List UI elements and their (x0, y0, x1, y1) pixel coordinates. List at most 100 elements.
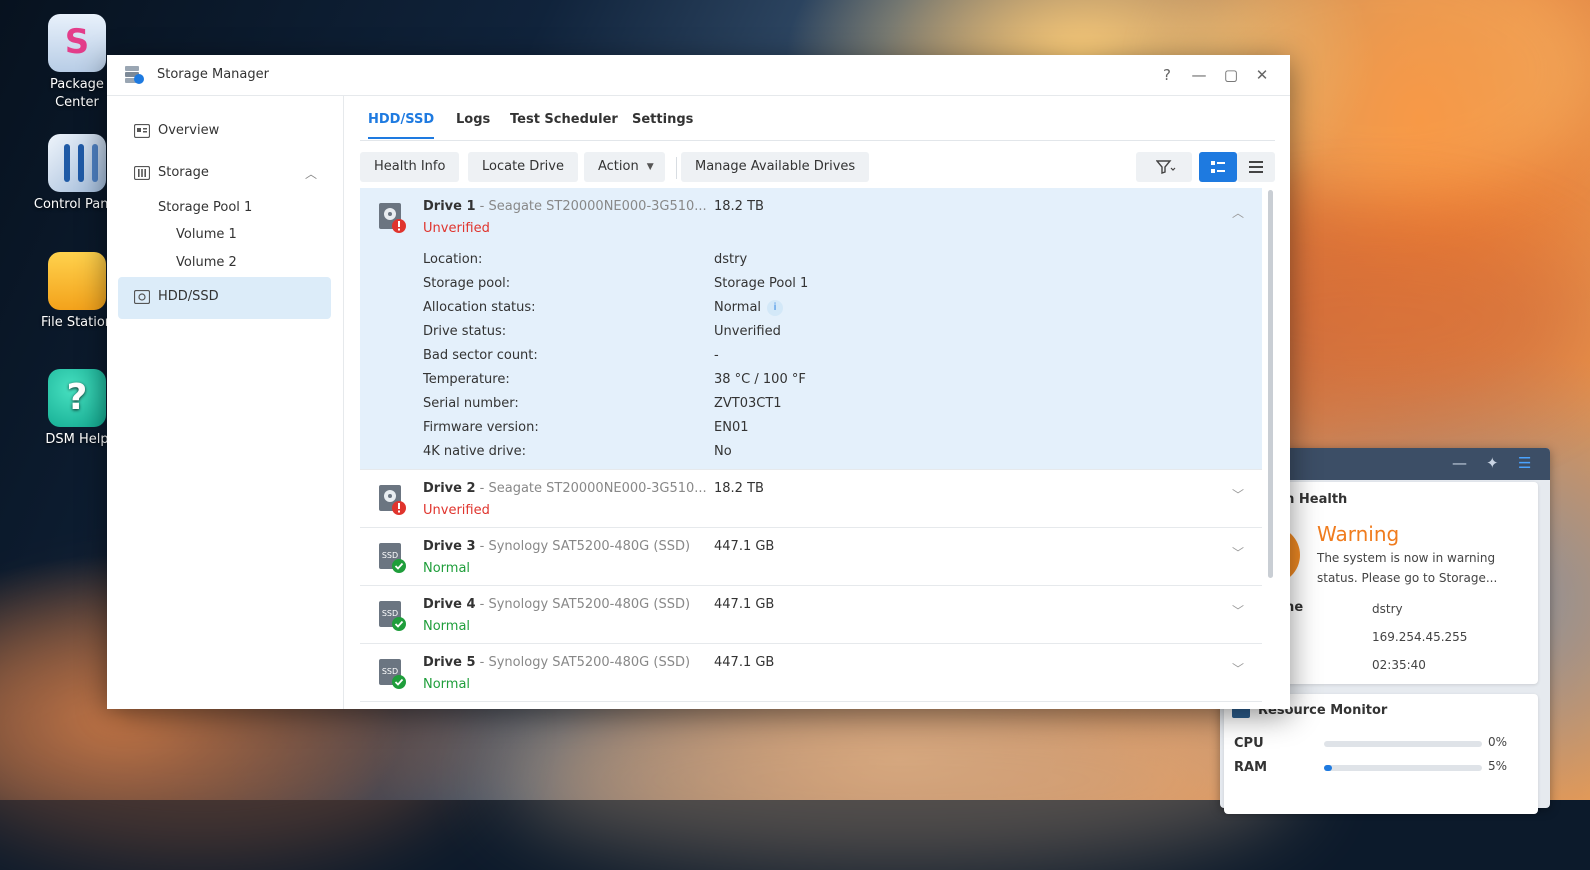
tab-test-scheduler[interactable]: Test Scheduler (510, 112, 618, 127)
drive-row[interactable]: Drive 1 - Seagate ST20000NE000-3G510... … (360, 188, 1262, 470)
drive-name: Drive 4 - Synology SAT5200-480G (SSD) (423, 597, 690, 612)
minimize-button[interactable]: — (1187, 63, 1211, 87)
drive-name: Drive 2 - Seagate ST20000NE000-3G510... (423, 481, 707, 496)
cpu-bar (1324, 741, 1482, 747)
package-center-icon: S (48, 14, 106, 72)
minimize-icon[interactable]: — (1452, 454, 1467, 472)
drive-name: Drive 5 - Synology SAT5200-480G (SSD) (423, 655, 690, 670)
detail-value: 38 °C / 100 °F (714, 372, 806, 387)
sidebar-item-storage[interactable]: Storage ︿ (118, 153, 331, 193)
ssd-ok-icon: SSD (379, 659, 406, 689)
sidebar-item-volume-2[interactable]: Volume 2 (176, 255, 237, 270)
help-icon: ? (48, 369, 106, 427)
drive-label: Drive 5 (423, 655, 476, 670)
card-view-button[interactable] (1199, 152, 1237, 182)
maximize-button[interactable]: ▢ (1219, 63, 1243, 87)
ssd-ok-icon: SSD (379, 543, 406, 573)
drive-size: 18.2 TB (714, 199, 764, 214)
storage-icon (134, 166, 150, 180)
drive-row[interactable]: SSD Drive 4 - Synology SAT5200-480G (SSD… (360, 586, 1262, 644)
ssd-ok-icon: SSD (379, 601, 406, 631)
toolbar-separator (676, 157, 677, 179)
chevron-down-icon[interactable]: ﹀ (1232, 660, 1244, 677)
health-info-button[interactable]: Health Info (360, 152, 460, 182)
ram-label: RAM (1234, 760, 1268, 775)
drive-status: Normal (423, 619, 471, 634)
sidebar: Overview Storage ︿ Storage Pool 1 Volume… (107, 96, 344, 709)
widget-panel-icon[interactable]: ☰ (1518, 454, 1531, 472)
cpu-label: CPU (1234, 736, 1264, 751)
detail-value: No (714, 444, 732, 459)
sidebar-item-overview[interactable]: Overview (118, 111, 331, 151)
detail-label: Temperature: (423, 372, 510, 387)
chevron-down-icon[interactable]: ﹀ (1232, 486, 1244, 503)
drive-size: 447.1 GB (714, 655, 775, 670)
cpu-value: 0% (1488, 735, 1508, 749)
manage-available-drives-button[interactable]: Manage Available Drives (681, 152, 870, 182)
health-status: Warning (1317, 522, 1400, 546)
health-message-line2: status. Please go to Storage... (1317, 571, 1498, 585)
storage-manager-app-icon (125, 66, 144, 84)
close-button[interactable]: ✕ (1250, 63, 1274, 87)
health-row-value: dstry (1372, 602, 1403, 616)
ram-bar-fill (1324, 765, 1332, 771)
card-view-icon (1211, 161, 1225, 173)
drive-status: Normal (423, 561, 471, 576)
locate-drive-button[interactable]: Locate Drive (468, 152, 578, 182)
detail-value: ZVT03CT1 (714, 396, 782, 411)
health-row-value: 02:35:40 (1372, 658, 1426, 672)
sidebar-item-storage-pool-1[interactable]: Storage Pool 1 (158, 200, 252, 215)
chevron-down-icon[interactable]: ﹀ (1232, 602, 1244, 619)
list-view-button[interactable] (1237, 152, 1275, 182)
hdd-warning-icon (379, 485, 406, 515)
svg-text:SSD: SSD (382, 667, 398, 676)
window-title: Storage Manager (157, 67, 269, 82)
action-button-label: Action (598, 159, 639, 174)
tab-hdd-ssd[interactable]: HDD/SSD (368, 112, 435, 139)
drive-model: - Seagate ST20000NE000-3G510... (475, 481, 707, 496)
detail-label: Allocation status: (423, 300, 536, 315)
window-titlebar[interactable]: Storage Manager ? — ▢ ✕ (107, 55, 1290, 96)
overview-icon (134, 124, 150, 138)
drive-model: - Synology SAT5200-480G (SSD) (475, 655, 691, 670)
sidebar-item-hdd-ssd[interactable]: HDD/SSD (118, 277, 331, 319)
detail-value: Unverified (714, 324, 781, 339)
sidebar-item-volume-1[interactable]: Volume 1 (176, 227, 237, 242)
drive-row[interactable]: SSD Drive 3 - Synology SAT5200-480G (SSD… (360, 528, 1262, 586)
tab-settings[interactable]: Settings (632, 112, 693, 127)
help-button[interactable]: ? (1155, 63, 1179, 87)
detail-label: Location: (423, 252, 483, 267)
health-card: em Health Warning The system is now in w… (1242, 482, 1538, 684)
hdd-warning-icon (379, 203, 406, 233)
sidebar-item-label: Storage (158, 165, 209, 180)
drive-list-scrollbar[interactable] (1268, 190, 1273, 578)
list-view-icon (1249, 161, 1263, 173)
detail-label: Drive status: (423, 324, 507, 339)
detail-value: Storage Pool 1 (714, 276, 809, 291)
drive-status: Normal (423, 677, 471, 692)
filter-button[interactable] (1136, 152, 1192, 182)
chevron-up-icon[interactable]: ︿ (1232, 204, 1244, 221)
info-icon[interactable]: i (767, 300, 784, 316)
drive-label: Drive 1 (423, 199, 476, 214)
drive-row[interactable]: Drive 2 - Seagate ST20000NE000-3G510... … (360, 470, 1262, 528)
action-button[interactable]: Action ▼ (584, 152, 665, 182)
chevron-down-icon[interactable]: ﹀ (1232, 544, 1244, 561)
allocation-status-value: Normal i (714, 300, 784, 316)
detail-value: - (714, 348, 719, 363)
detail-value: dstry (714, 252, 748, 267)
filter-icon (1156, 160, 1176, 174)
drive-status: Unverified (423, 221, 490, 236)
drive-label: Drive 2 (423, 481, 476, 496)
svg-text:SSD: SSD (382, 609, 398, 618)
drive-size: 447.1 GB (714, 597, 775, 612)
drive-label: Drive 4 (423, 597, 476, 612)
chevron-up-icon[interactable]: ︿ (305, 165, 317, 182)
tab-logs[interactable]: Logs (456, 112, 490, 127)
ram-bar (1324, 765, 1482, 771)
detail-label: Firmware version: (423, 420, 539, 435)
health-row-value: 169.254.45.255 (1372, 630, 1468, 644)
drive-row[interactable]: SSD Drive 5 - Synology SAT5200-480G (SSD… (360, 644, 1262, 702)
pin-icon[interactable]: ✦ (1486, 454, 1499, 472)
tab-bar: HDD/SSD Logs Test Scheduler Settings (360, 96, 1275, 141)
